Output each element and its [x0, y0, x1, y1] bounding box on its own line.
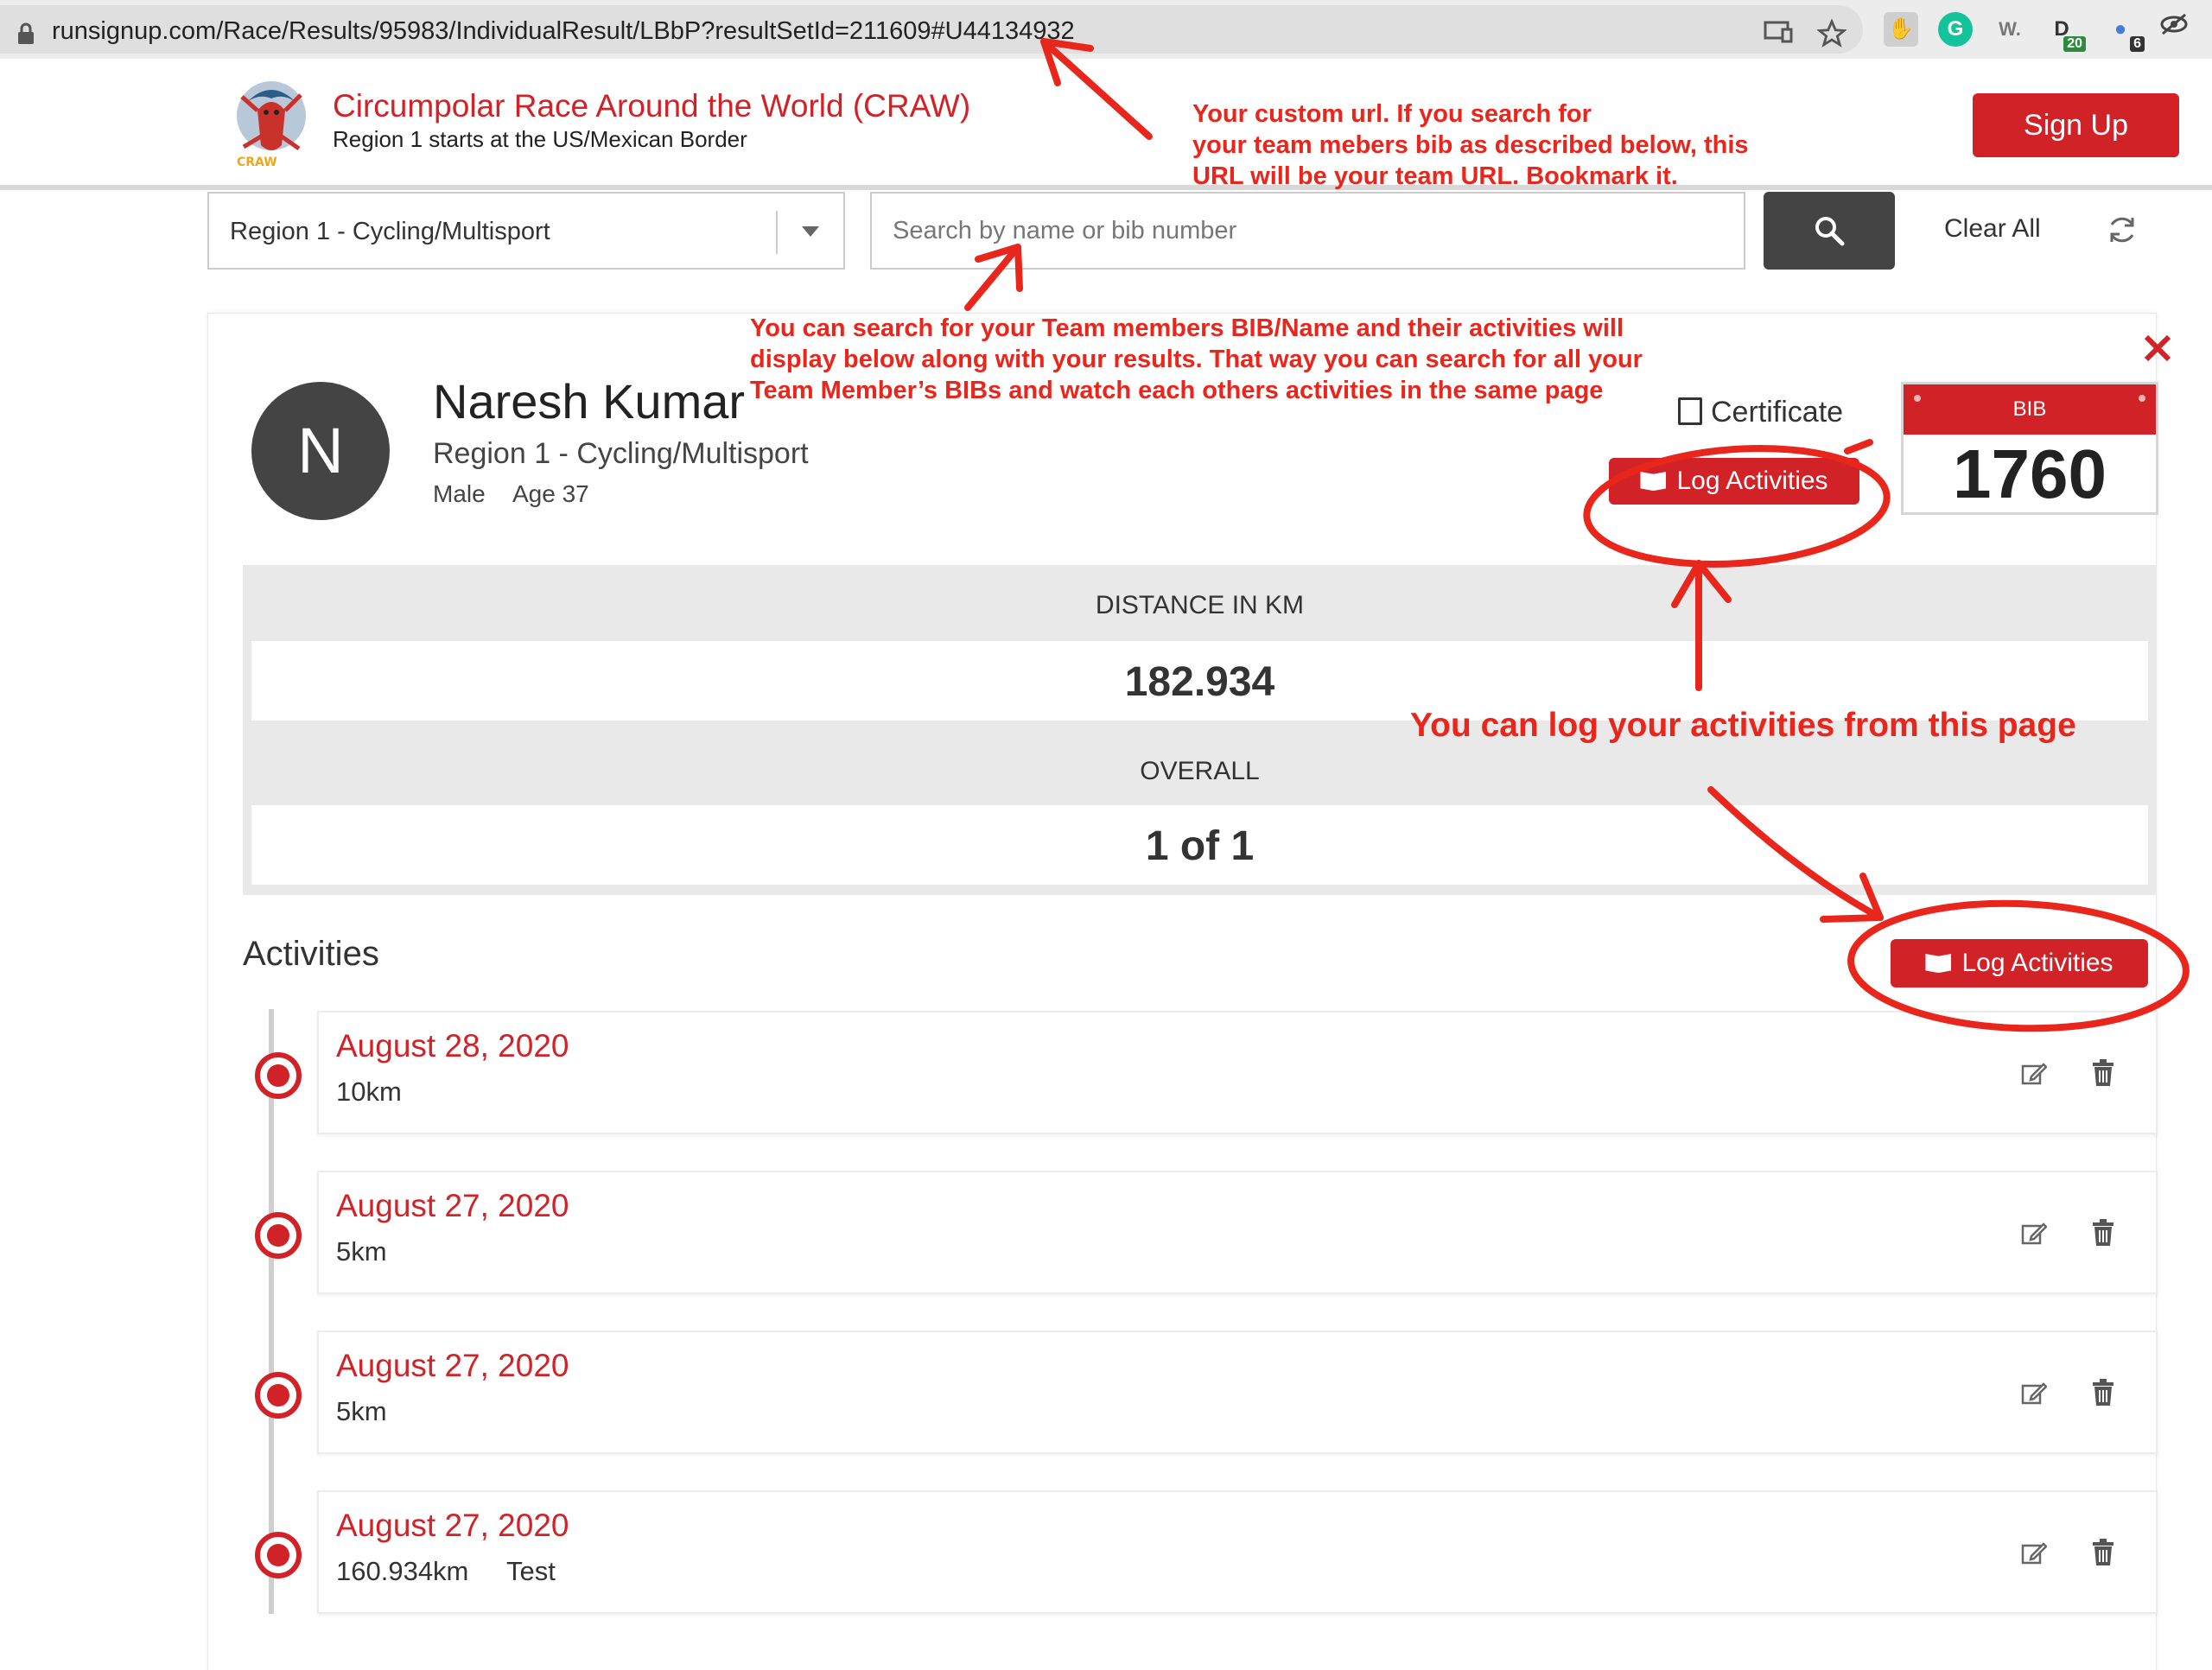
stat-value-overall: 1 of 1 — [1145, 823, 1255, 869]
timeline-dot — [255, 1212, 302, 1259]
bib-label: BIB — [1904, 384, 2156, 435]
search-icon — [1815, 217, 1845, 246]
edit-icon[interactable] — [2021, 1381, 2047, 1406]
certificate-icon — [1678, 397, 1702, 425]
timeline-dot — [255, 1052, 302, 1099]
search-input[interactable] — [870, 192, 1745, 270]
star-icon[interactable] — [1816, 18, 1847, 50]
stat-value-distance: 182.934 — [1124, 659, 1275, 705]
bib-number: 1760 — [1953, 435, 2107, 512]
activity-distance: 160.934km — [336, 1556, 469, 1586]
lock-extension-icon[interactable]: ● 6 — [2103, 12, 2145, 52]
timeline-dot — [255, 1372, 302, 1419]
division-select[interactable]: Region 1 - Cycling/Multisport — [207, 192, 845, 270]
bib-pin-dot — [2139, 395, 2145, 402]
book-icon — [1925, 954, 1952, 973]
close-icon[interactable] — [2143, 333, 2172, 363]
annotation-line: display below along with your results. T… — [750, 346, 1643, 373]
stat-box-overall: 1 of 1 — [251, 805, 2148, 885]
participant-age: Age 37 — [512, 480, 589, 507]
refresh-icon[interactable] — [2105, 213, 2139, 247]
address-bar[interactable]: runsignup.com/Race/Results/95983/Individ… — [0, 5, 1863, 54]
activity-item: August 28, 2020 10km — [255, 1011, 2158, 1134]
edit-icon[interactable] — [2021, 1061, 2047, 1087]
activity-date: August 28, 2020 — [336, 1028, 569, 1064]
extension-badge: 6 — [2130, 36, 2145, 52]
timeline-line — [269, 1009, 274, 1614]
lock-icon — [18, 22, 34, 44]
avatar: N — [251, 382, 390, 520]
participant-name: Naresh Kumar — [433, 374, 746, 429]
activities-heading: Activities — [243, 935, 379, 973]
trash-icon[interactable] — [2092, 1539, 2114, 1566]
site-header: CRAW Circumpolar Race Around the World (… — [0, 59, 2212, 190]
activity-date: August 27, 2020 — [336, 1188, 569, 1223]
logo-text: CRAW — [237, 156, 277, 169]
grammarly-icon[interactable]: G — [1938, 12, 1973, 47]
race-subtitle: Region 1 starts at the US/Mexican Border — [333, 126, 747, 152]
log-activities-button-bottom[interactable]: Log Activities — [1891, 939, 2148, 987]
activity-date: August 27, 2020 — [336, 1348, 569, 1383]
activity-date: August 27, 2020 — [336, 1508, 569, 1543]
bib-card: BIB 1760 — [1901, 382, 2158, 515]
certificate-link[interactable]: Certificate — [1678, 396, 1843, 429]
trash-icon[interactable] — [2092, 1379, 2114, 1406]
certificate-label: Certificate — [1711, 396, 1844, 429]
bib-pin-dot — [1914, 395, 1921, 402]
hand-icon[interactable]: ✋ — [1884, 12, 1918, 47]
activity-item: August 27, 2020 5km — [255, 1330, 2158, 1454]
clear-all-link[interactable]: Clear All — [1944, 214, 2041, 244]
annotation-line: your team mebers bib as described below,… — [1192, 131, 1749, 159]
stat-label-distance: DISTANCE IN KM — [1095, 591, 1305, 619]
activity-distance: 10km — [336, 1076, 402, 1107]
annotation-line: Your custom url. If you search for — [1192, 100, 1592, 128]
participant-gender: Male — [433, 480, 486, 507]
race-logo[interactable]: CRAW — [232, 76, 309, 173]
trash-icon[interactable] — [2092, 1059, 2114, 1087]
edit-icon[interactable] — [2021, 1221, 2047, 1247]
participant-division: Region 1 - Cycling/Multisport — [433, 437, 809, 470]
stat-label-overall: OVERALL — [1140, 757, 1260, 785]
search-button[interactable] — [1764, 192, 1895, 270]
annotation-line: You can search for your Team members BIB… — [750, 314, 1624, 342]
division-selected: Region 1 - Cycling/Multisport — [230, 218, 550, 245]
trash-icon[interactable] — [2092, 1219, 2114, 1247]
select-separator — [776, 211, 778, 254]
activity-item: August 27, 2020 5km — [255, 1171, 2158, 1294]
activity-note: Test — [506, 1556, 556, 1586]
log-activities-label: Log Activities — [1961, 949, 2113, 977]
result-card — [207, 313, 2157, 1670]
activity-distance: 5km — [336, 1236, 387, 1267]
browser-toolbar: runsignup.com/Race/Results/95983/Individ… — [0, 0, 2212, 59]
log-activities-button-top[interactable]: Log Activities — [1609, 458, 1859, 505]
annotation-search-note: You can search for your Team members BIB… — [750, 313, 1643, 406]
extension-badge: 20 — [2063, 36, 2086, 52]
sign-up-button[interactable]: Sign Up — [1973, 93, 2179, 157]
url-text[interactable]: runsignup.com/Race/Results/95983/Individ… — [52, 17, 1075, 46]
timeline-dot — [255, 1532, 302, 1578]
annotation-url-note: Your custom url. If you search for your … — [1192, 98, 1749, 192]
d-extension-icon[interactable]: D 20 — [2044, 12, 2086, 52]
annotation-log-note: You can log your activities from this pa… — [1410, 707, 2076, 744]
activity-distance: 5km — [336, 1396, 387, 1426]
chevron-down-icon[interactable] — [802, 226, 819, 237]
wordtune-icon[interactable]: W. — [1993, 12, 2027, 47]
eye-slash-icon[interactable] — [2157, 12, 2191, 47]
book-icon — [1640, 472, 1667, 491]
log-activities-label: Log Activities — [1676, 467, 1828, 495]
cast-icon[interactable] — [1763, 19, 1794, 50]
race-title[interactable]: Circumpolar Race Around the World (CRAW) — [333, 88, 970, 124]
annotation-line: URL will be your team URL. Bookmark it. — [1192, 162, 1678, 190]
activity-item: August 27, 2020 160.934km Test — [255, 1490, 2158, 1614]
annotation-line: Team Member’s BIBs and watch each others… — [750, 377, 1604, 404]
edit-icon[interactable] — [2021, 1540, 2047, 1566]
